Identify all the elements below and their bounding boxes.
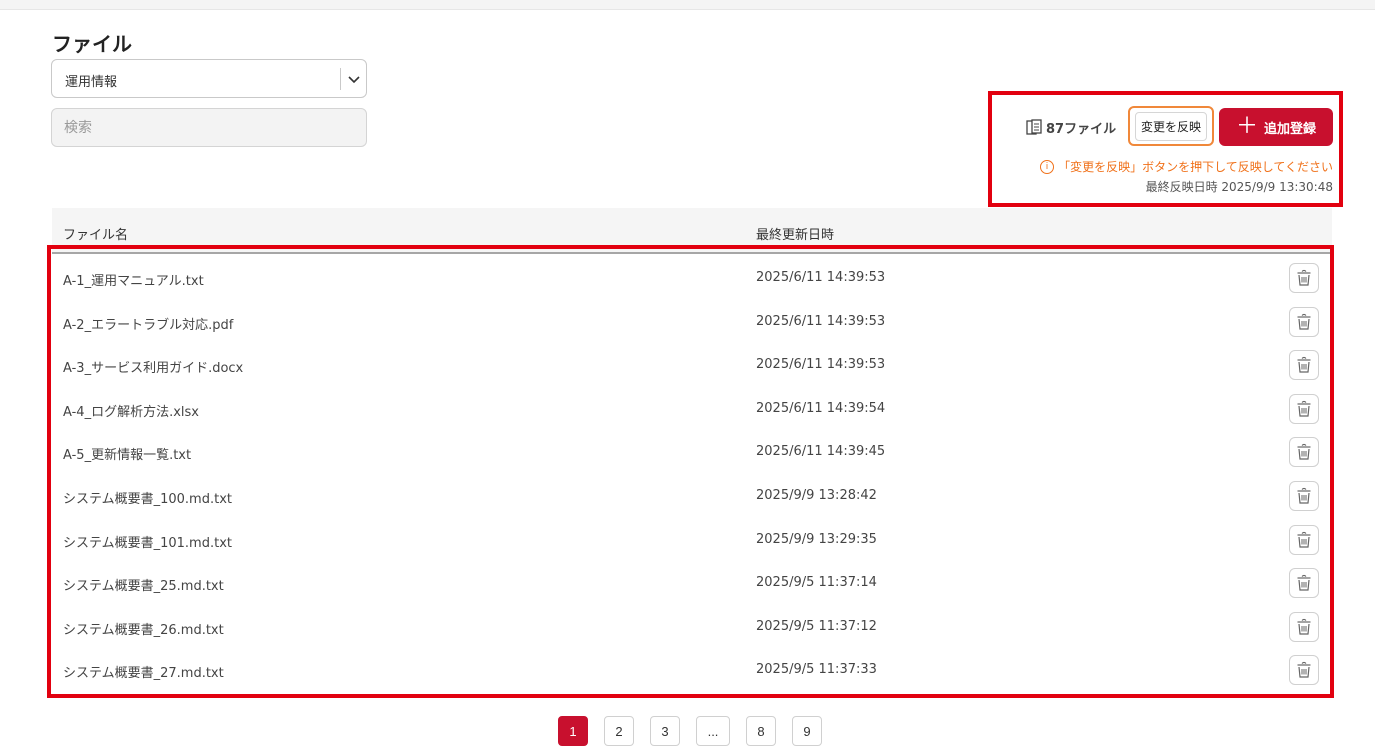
file-name[interactable]: システム概要書_26.md.txt	[63, 619, 224, 638]
delete-button[interactable]	[1289, 524, 1319, 555]
file-updated: 2025/9/9 13:29:35	[756, 531, 877, 547]
apply-changes-label: 変更を反映	[1134, 111, 1207, 141]
delete-button[interactable]	[1289, 480, 1319, 511]
file-name[interactable]: A-2_エラートラブル対応.pdf	[63, 314, 233, 333]
delete-button[interactable]	[1289, 306, 1319, 337]
last-applied-timestamp: 最終反映日時 2025/9/9 13:30:48	[1145, 180, 1333, 194]
trash-icon	[1297, 531, 1311, 548]
search-input[interactable]	[51, 108, 367, 147]
file-name[interactable]: A-1_運用マニュアル.txt	[63, 270, 204, 289]
table-header: ファイル名 最終更新日時	[52, 208, 1332, 254]
table-row: A-4_ログ解析方法.xlsx 2025/6/11 14:39:54	[52, 387, 1332, 431]
file-count-label: 87ファイル	[1046, 122, 1117, 137]
file-name[interactable]: A-3_サービス利用ガイド.docx	[63, 357, 243, 376]
trash-icon	[1297, 662, 1311, 678]
category-select[interactable]: 運用情報	[51, 59, 367, 98]
file-updated: 2025/6/11 14:39:53	[756, 357, 886, 373]
file-name[interactable]: システム概要書_27.md.txt	[63, 662, 224, 681]
trash-icon	[1297, 487, 1311, 504]
table-row: システム概要書_26.md.txt 2025/9/5 11:37:12	[52, 605, 1332, 649]
page-button-2[interactable]: 2	[604, 716, 634, 746]
file-updated: 2025/9/5 11:37:33	[756, 662, 877, 678]
table-row: A-2_エラートラブル対応.pdf 2025/6/11 14:39:53	[52, 300, 1332, 344]
table-row: A-3_サービス利用ガイド.docx 2025/6/11 14:39:53	[52, 343, 1332, 387]
trash-icon	[1297, 269, 1311, 286]
page-button-9[interactable]: 9	[792, 716, 822, 746]
file-updated: 2025/6/11 14:39:54	[756, 400, 886, 416]
add-register-button[interactable]: ＋ 追加登録	[1219, 108, 1333, 146]
page-button-1[interactable]: 1	[558, 716, 588, 746]
files-icon	[1026, 118, 1042, 135]
file-name[interactable]: A-5_更新情報一覧.txt	[63, 444, 191, 463]
file-updated: 2025/9/5 11:37:12	[756, 618, 877, 634]
pagination: 1 2 3 ... 8 9	[558, 716, 822, 746]
file-updated: 2025/9/9 13:28:42	[756, 487, 877, 503]
delete-button[interactable]	[1289, 437, 1319, 468]
apply-changes-button[interactable]: 変更を反映	[1128, 106, 1214, 146]
trash-icon	[1297, 400, 1311, 417]
delete-button[interactable]	[1289, 350, 1319, 381]
apply-warning-text: 「変更を反映」ボタンを押下して反映してください	[1058, 160, 1333, 174]
file-name[interactable]: システム概要書_101.md.txt	[63, 532, 232, 551]
delete-button[interactable]	[1289, 655, 1319, 686]
table-row: システム概要書_25.md.txt 2025/9/5 11:37:14	[52, 561, 1332, 605]
page-button-8[interactable]: 8	[746, 716, 776, 746]
file-updated: 2025/6/11 14:39:53	[756, 313, 886, 329]
plus-icon: ＋	[1235, 114, 1258, 139]
delete-button[interactable]	[1289, 568, 1319, 599]
page-button-3[interactable]: 3	[650, 716, 680, 746]
page-ellipsis[interactable]: ...	[696, 716, 730, 746]
delete-button[interactable]	[1289, 611, 1319, 642]
table-row: A-1_運用マニュアル.txt 2025/6/11 14:39:53	[52, 256, 1332, 300]
trash-icon	[1297, 618, 1311, 635]
file-updated: 2025/9/5 11:37:14	[756, 575, 877, 591]
file-name[interactable]: A-4_ログ解析方法.xlsx	[63, 401, 199, 420]
table-row: システム概要書_27.md.txt 2025/9/5 11:37:33	[52, 648, 1332, 692]
table-row: システム概要書_100.md.txt 2025/9/9 13:28:42	[52, 474, 1332, 518]
apply-warning: i 「変更を反映」ボタンを押下して反映してください	[1040, 158, 1333, 175]
column-header-filename: ファイル名	[63, 228, 129, 243]
chevron-down-icon[interactable]	[346, 71, 362, 87]
trash-icon	[1297, 357, 1311, 373]
select-divider	[340, 68, 341, 90]
table-row: A-5_更新情報一覧.txt 2025/6/11 14:39:45	[52, 430, 1332, 474]
column-header-updated: 最終更新日時	[756, 228, 835, 243]
info-icon: i	[1040, 159, 1055, 174]
add-register-label: 追加登録	[1264, 121, 1317, 137]
trash-icon	[1297, 444, 1311, 460]
category-select-value: 運用情報	[65, 75, 118, 90]
trash-icon	[1297, 313, 1311, 330]
file-count: 87ファイル	[1026, 118, 1116, 137]
delete-button[interactable]	[1289, 263, 1319, 293]
file-name[interactable]: システム概要書_100.md.txt	[63, 488, 232, 507]
file-list: A-1_運用マニュアル.txt 2025/6/11 14:39:53 A-2_エ…	[52, 256, 1332, 692]
file-name[interactable]: システム概要書_25.md.txt	[63, 575, 224, 594]
delete-button[interactable]	[1289, 393, 1319, 424]
trash-icon	[1297, 575, 1311, 591]
file-updated: 2025/6/11 14:39:53	[756, 270, 886, 285]
page-title: ファイル	[52, 32, 132, 56]
top-bar	[0, 0, 1375, 10]
table-row: システム概要書_101.md.txt 2025/9/9 13:29:35	[52, 518, 1332, 562]
file-updated: 2025/6/11 14:39:45	[756, 444, 886, 460]
